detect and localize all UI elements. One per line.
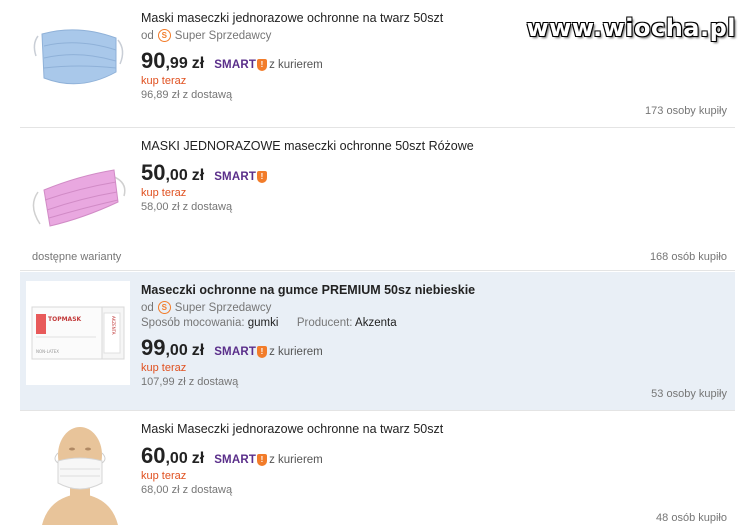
site-watermark: www.wiocha.pl [526, 14, 736, 42]
product-image[interactable] [28, 6, 128, 106]
product-image[interactable]: TOPMASK NON-LATEX AKZENTA [26, 281, 130, 385]
seller-name: Super Sprzedawcy [174, 29, 272, 42]
price-row: 50 ,00 zł SMART! [141, 160, 725, 186]
price-currency: zł [191, 55, 205, 72]
attr-value: Akzenta [355, 317, 397, 329]
box-note: NON-LATEX [36, 349, 59, 354]
blue-surgical-mask-icon [33, 29, 124, 85]
attr-label: Sposób mocowania: [141, 317, 245, 329]
super-seller-icon: S [157, 29, 171, 42]
price-decimal: ,99 [165, 55, 188, 72]
listing-item[interactable]: MASKI JEDNORAZOWE maseczki ochronne 50sz… [20, 128, 735, 271]
price-currency: zł [191, 342, 205, 359]
price-integer: 99 [141, 335, 166, 360]
delivery-price: 68,00 zł z dostawą [141, 484, 233, 496]
price-integer: 90 [141, 48, 166, 73]
delivery-price: 58,00 zł z dostawą [141, 201, 233, 213]
courier-label: z kurierem [269, 346, 323, 358]
buyers-count: 173 osoby kupiły [645, 105, 727, 117]
attr-label: Producent: [296, 317, 353, 329]
variants-link[interactable]: dostępne warianty [32, 251, 121, 263]
smart-icon: ! [257, 59, 268, 71]
price-integer: 50 [141, 160, 166, 185]
price-row: 90 ,99 zł SMART! z kurierem [141, 48, 725, 74]
price-decimal: ,00 [165, 342, 188, 359]
box-brand: TOPMASK [48, 316, 82, 323]
mannequin-mask-icon [42, 427, 118, 525]
product-image[interactable] [28, 146, 128, 246]
price-row: 60 ,00 zł SMART! z kurierem [141, 443, 725, 469]
price-decimal: ,00 [165, 167, 188, 184]
product-attributes: Sposób mocowania: gumki Producent: Akzen… [141, 317, 725, 329]
price-currency: zł [191, 450, 205, 467]
seller-prefix: od [141, 29, 154, 42]
attr-value: gumki [247, 317, 279, 329]
delivery-price: 96,89 zł z dostawą [141, 89, 233, 101]
seller-prefix: od [141, 301, 154, 314]
price-row: 99 ,00 zł SMART! z kurierem [141, 335, 725, 361]
courier-label: z kurierem [269, 454, 323, 466]
buyers-count: 48 osób kupiło [656, 512, 727, 524]
product-image[interactable] [28, 425, 128, 525]
smart-icon: ! [257, 346, 268, 358]
listing-item-highlighted[interactable]: TOPMASK NON-LATEX AKZENTA Maseczki ochro… [20, 272, 735, 411]
smart-badge: SMART! [214, 171, 268, 183]
product-title[interactable]: Maseczki ochronne na gumce PREMIUM 50sz … [141, 282, 725, 298]
smart-badge: SMART! [214, 454, 268, 466]
courier-label: z kurierem [269, 59, 323, 71]
buy-now-label: kup teraz [141, 362, 187, 374]
delivery-price: 107,99 zł z dostawą [141, 376, 239, 388]
buyers-count: 168 osób kupiło [649, 251, 727, 263]
product-title[interactable]: Maski Maseczki jednorazowe ochronne na t… [141, 421, 725, 437]
smart-icon: ! [257, 171, 268, 183]
buy-now-label: kup teraz [141, 75, 187, 87]
smart-icon: ! [257, 454, 268, 466]
price-currency: zł [191, 167, 205, 184]
pink-surgical-mask-icon [32, 169, 126, 227]
smart-badge: SMART! [214, 346, 268, 358]
price-integer: 60 [141, 443, 166, 468]
seller-info: od S Super Sprzedawcy [141, 301, 725, 314]
price-decimal: ,00 [165, 450, 188, 467]
buyers-count: 53 osoby kupiły [651, 388, 727, 400]
super-seller-icon: S [157, 301, 171, 314]
box-side-brand: AKZENTA [111, 316, 116, 335]
buy-now-label: kup teraz [141, 187, 187, 199]
product-title[interactable]: MASKI JEDNORAZOWE maseczki ochronne 50sz… [141, 138, 725, 154]
seller-name: Super Sprzedawcy [174, 301, 272, 314]
listing-item[interactable]: Maski Maseczki jednorazowe ochronne na t… [20, 411, 735, 525]
smart-badge: SMART! [214, 59, 268, 71]
mask-box-icon: TOPMASK NON-LATEX AKZENTA [26, 281, 130, 385]
buy-now-label: kup teraz [141, 470, 187, 482]
